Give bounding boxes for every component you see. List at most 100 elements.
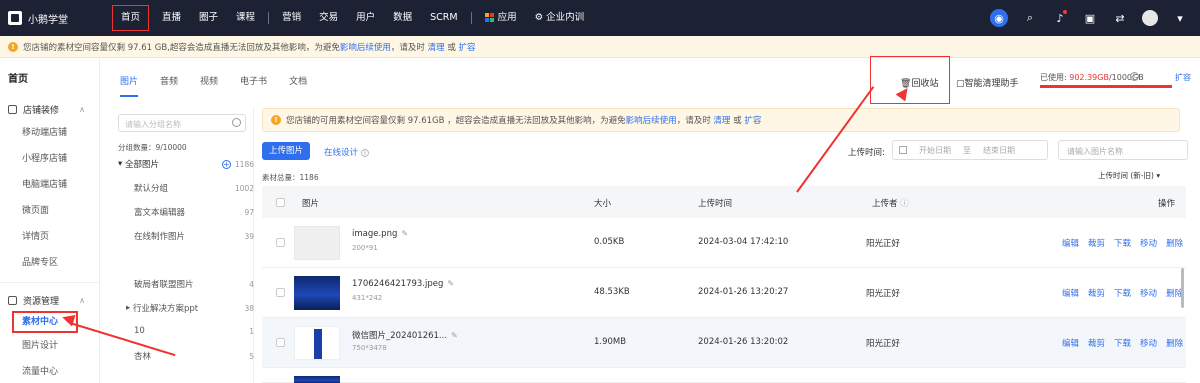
sidebar-item-image-design[interactable]: 图片设计 bbox=[0, 333, 99, 359]
sidebar-item-traffic-center[interactable]: 流量中心 bbox=[0, 359, 99, 383]
notice-link-impact[interactable]: 影响后续使用 bbox=[626, 114, 677, 126]
table-row[interactable]: 微信图片_202401261... ✎ 750*3478 1.90MB 2024-… bbox=[262, 318, 1186, 368]
tree-item[interactable]: ▸ 行业解决方案ppt 38 bbox=[118, 302, 254, 314]
edit-action[interactable]: 编辑 bbox=[1062, 237, 1079, 249]
tab-docs[interactable]: 文档 bbox=[289, 74, 307, 97]
info-icon[interactable]: ? bbox=[1130, 72, 1139, 81]
crop-action[interactable]: 裁剪 bbox=[1088, 337, 1105, 349]
group-search-input[interactable]: 请输入分组名称 bbox=[118, 114, 246, 132]
store-icon[interactable]: ▣ bbox=[1082, 10, 1098, 26]
sidebar-item-pc-store[interactable]: 电脑端店铺 bbox=[0, 172, 99, 198]
sidebar-item-miniapp-store[interactable]: 小程序店铺 bbox=[0, 146, 99, 172]
warning-link-impact[interactable]: 影响后续使用 bbox=[340, 41, 391, 53]
image-thumbnail[interactable] bbox=[294, 276, 340, 310]
nav-item-trade[interactable]: 交易 bbox=[310, 0, 347, 36]
avatar[interactable] bbox=[1142, 10, 1158, 26]
col-image: 图片 bbox=[302, 199, 320, 209]
date-range-picker[interactable]: 开始日期 至 结束日期 bbox=[892, 140, 1048, 160]
table-row[interactable] bbox=[262, 368, 1186, 383]
sidebar-item-detail-page[interactable]: 详情页 bbox=[0, 224, 99, 250]
image-name-search-input[interactable]: 请输入图片名称 bbox=[1058, 140, 1188, 160]
nav-item-training[interactable]: ⚙ 企业内训 bbox=[526, 0, 594, 36]
storage-notice: ! 您店铺的可用素材空间容量仅剩 97.61GB ，超容会造成直播无法回放及其他… bbox=[262, 108, 1180, 132]
table-scrollbar[interactable] bbox=[1181, 268, 1184, 308]
online-design-link[interactable]: 在线设计 i bbox=[324, 146, 370, 158]
image-thumbnail[interactable] bbox=[294, 326, 340, 360]
nav-item-users[interactable]: 用户 bbox=[347, 0, 384, 36]
tree-item[interactable]: 10 1 bbox=[118, 326, 254, 336]
upload-time: 2024-01-26 13:20:27 bbox=[698, 287, 789, 297]
support-icon[interactable]: ◉ bbox=[990, 9, 1008, 27]
edit-pencil-icon[interactable]: ✎ bbox=[451, 331, 458, 340]
warning-link-expand[interactable]: 扩容 bbox=[459, 41, 476, 53]
nav-item-live[interactable]: 直播 bbox=[153, 0, 190, 36]
sidebar-group-resources[interactable]: 资源管理 ∧ bbox=[0, 289, 99, 311]
tab-images[interactable]: 图片 bbox=[120, 74, 139, 97]
notice-link-clean[interactable]: 清理 bbox=[713, 114, 730, 126]
table-row[interactable]: image.png ✎ 200*91 0.05KB 2024-03-04 17:4… bbox=[262, 218, 1186, 268]
tree-item[interactable]: 破局者联盟图片 4 bbox=[118, 278, 254, 291]
tab-video[interactable]: 视频 bbox=[200, 74, 218, 97]
table-row[interactable]: 1706246421793.jpeg ✎ 431*242 48.53KB 2024… bbox=[262, 268, 1186, 318]
tree-item[interactable]: 杏林 5 bbox=[118, 350, 254, 363]
sort-dropdown[interactable]: 上传时间 (新-旧) ▾ bbox=[1098, 170, 1160, 181]
edit-action[interactable]: 编辑 bbox=[1062, 287, 1079, 299]
switch-icon[interactable]: ⇄ bbox=[1112, 10, 1128, 26]
row-checkbox[interactable] bbox=[276, 338, 285, 347]
sidebar-group-decoration[interactable]: 店铺装修 ∧ bbox=[0, 98, 99, 120]
select-all-checkbox[interactable] bbox=[276, 198, 285, 207]
delete-action[interactable]: 删除 bbox=[1166, 337, 1183, 349]
image-thumbnail[interactable] bbox=[294, 376, 340, 383]
date-start-placeholder: 开始日期 bbox=[919, 145, 951, 155]
nav-item-course[interactable]: 课程 bbox=[227, 0, 264, 36]
nav-item-marketing[interactable]: 营销 bbox=[273, 0, 310, 36]
tree-item[interactable]: 富文本编辑器 97 bbox=[118, 206, 254, 219]
edit-pencil-icon[interactable]: ✎ bbox=[447, 279, 454, 288]
sidebar-item-mobile-store[interactable]: 移动端店铺 bbox=[0, 120, 99, 146]
row-checkbox[interactable] bbox=[276, 288, 285, 297]
bell-icon[interactable]: ♪ bbox=[1052, 10, 1068, 26]
move-action[interactable]: 移动 bbox=[1140, 337, 1157, 349]
col-uploader: 上传者 ⓘ bbox=[872, 197, 909, 209]
tab-audio[interactable]: 音频 bbox=[160, 74, 178, 97]
tab-ebook[interactable]: 电子书 bbox=[240, 74, 267, 97]
app-logo[interactable]: 小鹅学堂 bbox=[0, 11, 112, 26]
notice-link-expand[interactable]: 扩容 bbox=[744, 114, 761, 126]
row-checkbox[interactable] bbox=[276, 238, 285, 247]
search-icon[interactable]: ⌕ bbox=[1022, 10, 1038, 26]
nav-item-scrm[interactable]: SCRM bbox=[421, 0, 466, 36]
tree-item-all[interactable]: ▾ 全部图片 + 1186 bbox=[118, 158, 254, 170]
warning-link-clean[interactable]: 清理 bbox=[428, 41, 445, 53]
expand-link[interactable]: 扩容 bbox=[1175, 72, 1191, 83]
edit-pencil-icon[interactable]: ✎ bbox=[401, 229, 408, 238]
nav-item-data[interactable]: 数据 bbox=[384, 0, 421, 36]
download-action[interactable]: 下载 bbox=[1114, 337, 1131, 349]
resource-icon bbox=[8, 295, 17, 305]
move-action[interactable]: 移动 bbox=[1140, 237, 1157, 249]
app-name: 小鹅学堂 bbox=[28, 14, 68, 26]
sidebar-item-brand-zone[interactable]: 品牌专区 bbox=[0, 250, 99, 276]
sidebar-item-micro-page[interactable]: 微页面 bbox=[0, 198, 99, 224]
upload-image-button[interactable]: 上传图片 bbox=[262, 142, 310, 160]
download-action[interactable]: 下载 bbox=[1114, 287, 1131, 299]
download-action[interactable]: 下载 bbox=[1114, 237, 1131, 249]
crop-action[interactable]: 裁剪 bbox=[1088, 287, 1105, 299]
online-design-label: 在线设计 bbox=[324, 148, 359, 158]
tree-item-count: 1002 bbox=[234, 183, 254, 193]
tree-item[interactable]: 默认分组 1002 bbox=[118, 182, 254, 195]
tree-item[interactable]: 在线制作图片 39 bbox=[118, 230, 254, 243]
image-thumbnail[interactable] bbox=[294, 226, 340, 260]
move-action[interactable]: 移动 bbox=[1140, 287, 1157, 299]
crop-action[interactable]: 裁剪 bbox=[1088, 237, 1105, 249]
material-content: ! 您店铺的可用素材空间容量仅剩 97.61GB ，超容会造成直播无法回放及其他… bbox=[256, 108, 1196, 383]
nav-item-home[interactable]: 首页 bbox=[112, 5, 150, 31]
search-icon[interactable] bbox=[232, 118, 241, 127]
nav-item-circle[interactable]: 圈子 bbox=[190, 0, 227, 36]
chevron-down-icon[interactable]: ▾ bbox=[1172, 10, 1188, 26]
edit-action[interactable]: 编辑 bbox=[1062, 337, 1079, 349]
uploader: 阳光正好 bbox=[866, 339, 901, 349]
smart-clean-button[interactable]: ▢智能清理助手 bbox=[956, 76, 1019, 89]
nav-item-apps[interactable]: 应用 bbox=[476, 0, 526, 36]
add-group-icon[interactable]: + bbox=[221, 159, 231, 169]
delete-action[interactable]: 删除 bbox=[1166, 237, 1183, 249]
